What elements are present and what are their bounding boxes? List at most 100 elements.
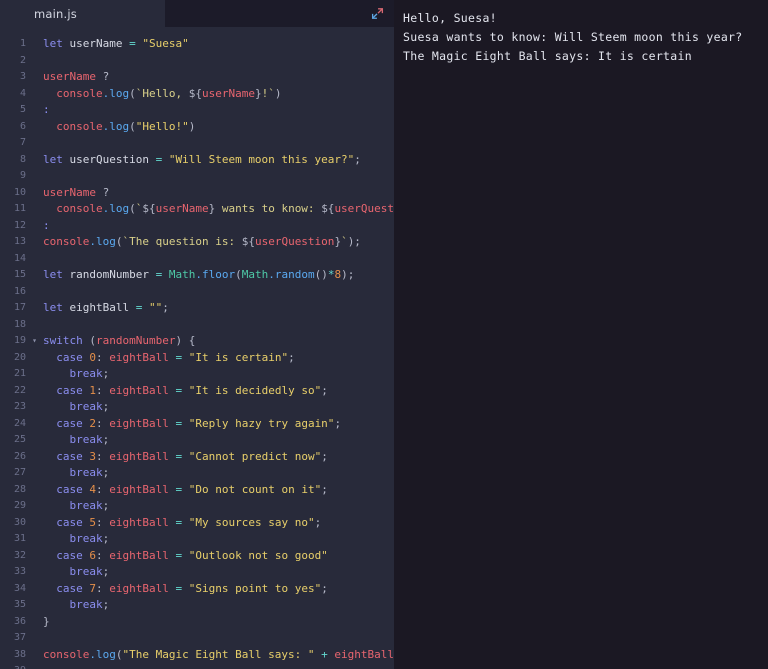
tab-main-js[interactable]: main.js bbox=[22, 0, 165, 27]
line-number: 17 bbox=[13, 302, 26, 313]
line-number: 29 bbox=[13, 500, 26, 511]
code-line-text: break; bbox=[69, 400, 110, 413]
code-line-text: let eightBall = ""; bbox=[43, 301, 169, 314]
code-line[interactable]: 37 bbox=[0, 630, 394, 647]
code-line[interactable]: 24 case 2: eightBall = "Reply hazy try a… bbox=[0, 416, 394, 433]
fold-chevron-icon[interactable]: ▾ bbox=[30, 333, 39, 350]
code-line[interactable]: 17 let eightBall = ""; bbox=[0, 300, 394, 317]
code-line-text: case 7: eightBall = "Signs point to yes"… bbox=[56, 581, 328, 595]
code-line-text: let randomNumber = Math.floor(Math.rando… bbox=[43, 268, 355, 281]
code-line[interactable]: 3 userName ? bbox=[0, 69, 394, 86]
code-line[interactable]: 18 bbox=[0, 317, 394, 334]
code-line[interactable]: 32 case 6: eightBall = "Outlook not so g… bbox=[0, 548, 394, 565]
line-number: 11 bbox=[13, 203, 26, 214]
code-line-text: let userQuestion = "Will Steem moon this… bbox=[43, 152, 361, 166]
code-line[interactable]: 35 break; bbox=[0, 597, 394, 614]
line-number: 13 bbox=[13, 236, 26, 247]
code-line[interactable]: 1 let userName = "Suesa" bbox=[0, 36, 394, 53]
code-line[interactable]: 9 bbox=[0, 168, 394, 185]
line-number: 15 bbox=[13, 269, 26, 280]
code-line-text: case 4: eightBall = "Do not count on it"… bbox=[56, 482, 328, 496]
code-line-text: console.log("The Magic Eight Ball says: … bbox=[43, 647, 394, 661]
line-number: 22 bbox=[13, 384, 26, 396]
code-line[interactable]: 22 case 1: eightBall = "It is decidedly … bbox=[0, 383, 394, 400]
line-number: 35 bbox=[13, 599, 26, 610]
line-number: 4 bbox=[19, 87, 26, 99]
line-number: 16 bbox=[13, 285, 26, 297]
code-line[interactable]: 19 ▾ switch (randomNumber) { bbox=[0, 333, 394, 350]
code-line[interactable]: 11 console.log(`${userName} wants to kno… bbox=[0, 201, 394, 218]
code-line-text: break; bbox=[69, 466, 110, 479]
line-number: 1 bbox=[19, 38, 26, 49]
code-line[interactable]: 33 break; bbox=[0, 564, 394, 581]
line-number: 38 bbox=[13, 648, 26, 660]
code-line-text: break; bbox=[69, 499, 110, 512]
code-line[interactable]: 39 bbox=[0, 663, 394, 669]
tab-label: main.js bbox=[34, 6, 77, 21]
code-line[interactable]: 20 case 0: eightBall = "It is certain"; bbox=[0, 350, 394, 367]
code-line[interactable]: 6 console.log("Hello!") bbox=[0, 119, 394, 136]
code-line-text: break; bbox=[69, 598, 110, 611]
code-line-text: userName ? bbox=[43, 185, 110, 199]
console-output-line: Hello, Suesa! bbox=[403, 11, 497, 25]
code-line-text: break; bbox=[69, 565, 110, 578]
code-line[interactable]: 10 userName ? bbox=[0, 185, 394, 202]
code-line-text: case 6: eightBall = "Outlook not so good… bbox=[56, 548, 328, 562]
code-line[interactable]: 29 break; bbox=[0, 498, 394, 515]
code-line[interactable]: 28 case 4: eightBall = "Do not count on … bbox=[0, 482, 394, 499]
line-number: 33 bbox=[13, 566, 26, 577]
code-line-text: break; bbox=[69, 532, 110, 545]
code-line[interactable]: 5: bbox=[0, 102, 394, 119]
code-line[interactable]: 12: bbox=[0, 218, 394, 235]
console-output-line: Suesa wants to know: Will Steem moon thi… bbox=[403, 30, 743, 44]
line-number: 26 bbox=[13, 450, 26, 462]
code-line[interactable]: 23 break; bbox=[0, 399, 394, 416]
code-line[interactable]: 7 bbox=[0, 135, 394, 152]
line-number: 6 bbox=[19, 120, 26, 132]
code-line[interactable]: 36} bbox=[0, 614, 394, 631]
code-line[interactable]: 25 break; bbox=[0, 432, 394, 449]
code-line-text: switch (randomNumber) { bbox=[43, 334, 196, 347]
code-line[interactable]: 15 let randomNumber = Math.floor(Math.ran… bbox=[0, 267, 394, 284]
editor-pane: main.js 1 let userName = "Suesa" 2 3 userNam… bbox=[0, 0, 394, 669]
line-number: 7 bbox=[19, 137, 26, 148]
code-line[interactable]: 14 bbox=[0, 251, 394, 268]
code-line-text: case 5: eightBall = "My sources say no"; bbox=[56, 515, 322, 529]
code-line[interactable]: 31 break; bbox=[0, 531, 394, 548]
code-line-text: case 3: eightBall = "Cannot predict now"… bbox=[56, 449, 328, 463]
code-line[interactable]: 26 case 3: eightBall = "Cannot predict n… bbox=[0, 449, 394, 466]
line-number: 10 bbox=[13, 186, 26, 198]
line-number: 12 bbox=[13, 219, 26, 231]
console-output-line: The Magic Eight Ball says: It is certain bbox=[403, 49, 692, 63]
code-line[interactable]: 27 break; bbox=[0, 465, 394, 482]
code-line[interactable]: 21 break; bbox=[0, 366, 394, 383]
line-number: 2 bbox=[19, 54, 26, 66]
code-line[interactable]: 30 case 5: eightBall = "My sources say n… bbox=[0, 515, 394, 532]
code-line[interactable]: 13 console.log(`The question is: ${userQu… bbox=[0, 234, 394, 251]
line-number: 32 bbox=[13, 549, 26, 561]
code-line-text: console.log(`Hello, ${userName}!`) bbox=[56, 86, 282, 100]
code-line[interactable]: 16 bbox=[0, 284, 394, 301]
line-number: 14 bbox=[13, 252, 26, 264]
code-line[interactable]: 38 console.log("The Magic Eight Ball says… bbox=[0, 647, 394, 664]
line-number: 25 bbox=[13, 434, 26, 445]
tab-bar-left-pad bbox=[0, 0, 22, 27]
code-line-text: userName ? bbox=[43, 70, 110, 83]
code-line[interactable]: 4 console.log(`Hello, ${userName}!`) bbox=[0, 86, 394, 103]
line-number: 30 bbox=[13, 516, 26, 528]
code-line[interactable]: 8 let userQuestion = "Will Steem moon thi… bbox=[0, 152, 394, 169]
line-number: 34 bbox=[13, 582, 26, 594]
line-number: 31 bbox=[13, 533, 26, 544]
code-editor-lines[interactable]: 1 let userName = "Suesa" 2 3 userName ? 4 con… bbox=[0, 27, 394, 669]
code-line[interactable]: 34 case 7: eightBall = "Signs point to y… bbox=[0, 581, 394, 598]
line-number: 24 bbox=[13, 417, 26, 429]
code-line-text: : bbox=[43, 218, 50, 232]
line-number: 5 bbox=[19, 104, 26, 115]
line-number: 23 bbox=[13, 401, 26, 412]
code-line-text: case 0: eightBall = "It is certain"; bbox=[56, 350, 295, 364]
code-line[interactable]: 2 bbox=[0, 53, 394, 70]
tab-bar-empty-space bbox=[165, 0, 394, 27]
expand-arrows-icon[interactable] bbox=[371, 7, 384, 20]
line-number: 28 bbox=[13, 483, 26, 495]
line-number: 21 bbox=[13, 368, 26, 379]
